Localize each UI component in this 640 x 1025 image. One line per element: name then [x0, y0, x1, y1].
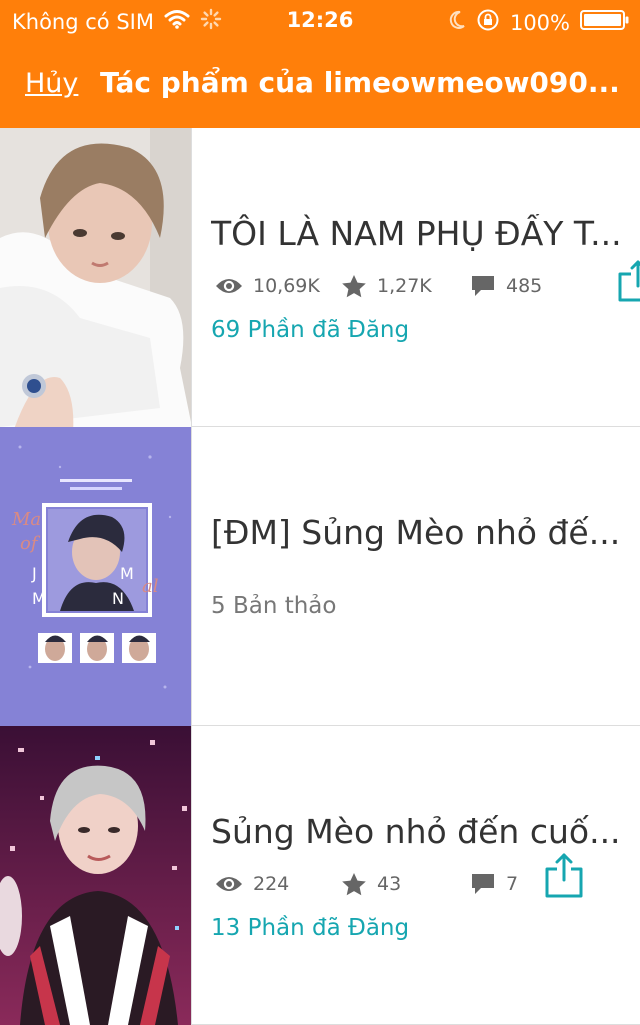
share-button[interactable] — [542, 850, 586, 905]
svg-text:al: al — [142, 576, 159, 597]
comments-stat: 7 — [470, 872, 518, 896]
rotation-lock-icon — [476, 8, 500, 37]
cancel-button[interactable]: Hủy — [25, 68, 78, 99]
share-icon — [618, 260, 640, 302]
story-title[interactable]: Sủng Mèo nhỏ đến cuố... — [211, 812, 629, 851]
comments-stat: 485 — [470, 274, 542, 298]
votes-stat: 1,27K — [341, 274, 470, 298]
story-title[interactable]: TÔI LÀ NAM PHỤ ĐẤY T... — [211, 214, 629, 253]
star-icon — [341, 872, 367, 896]
story-stats: 10,69K 1,27K 485 — [215, 274, 542, 298]
votes-count: 43 — [377, 873, 402, 895]
published-parts-label: 13 Phần đã Đăng — [211, 915, 410, 941]
comments-count: 7 — [506, 873, 519, 895]
views-stat: 224 — [215, 873, 341, 895]
svg-text:M: M — [32, 589, 46, 608]
story-stats: 224 43 7 — [215, 872, 518, 896]
svg-text:J: J — [31, 564, 37, 583]
story-cover-image: JM MN Ma of al — [0, 427, 192, 726]
views-count: 224 — [253, 873, 290, 895]
story-list: TÔI LÀ NAM PHỤ ĐẤY T... 10,69K 1,27K 485… — [0, 128, 640, 1025]
story-title[interactable]: [ĐM] Sủng Mèo nhỏ đế... — [211, 513, 629, 552]
moon-icon — [448, 10, 466, 35]
story-item[interactable]: Sủng Mèo nhỏ đến cuố... 224 43 7 13 Phần… — [0, 726, 640, 1025]
star-icon — [341, 274, 367, 298]
navigation-bar: Hủy Tác phẩm của limeowmeow090... — [0, 40, 640, 128]
status-bar: Không có SIM 12:26 100% — [0, 0, 640, 40]
comments-count: 485 — [506, 275, 543, 297]
share-button[interactable] — [616, 254, 640, 307]
story-item[interactable]: JM MN Ma of al [ĐM] Sủng Mèo nhỏ đế... 5 B… — [0, 427, 640, 726]
story-item[interactable]: TÔI LÀ NAM PHỤ ĐẤY T... 10,69K 1,27K 485… — [0, 128, 640, 427]
story-info: [ĐM] Sủng Mèo nhỏ đế... 5 Bản thảo — [211, 427, 631, 726]
svg-text:M: M — [120, 564, 134, 583]
comment-icon — [470, 274, 496, 298]
page-title: Tác phẩm của limeowmeow090... — [100, 66, 620, 99]
views-stat: 10,69K — [215, 275, 341, 297]
votes-stat: 43 — [341, 872, 470, 896]
story-cover-image — [0, 128, 192, 427]
svg-text:N: N — [112, 589, 124, 608]
story-cover-image — [0, 726, 192, 1025]
eye-icon — [215, 276, 243, 296]
story-info: TÔI LÀ NAM PHỤ ĐẤY T... 10,69K 1,27K 485… — [211, 128, 631, 427]
svg-text:Ma: Ma — [11, 509, 41, 530]
battery-icon — [580, 9, 630, 36]
eye-icon — [215, 874, 243, 894]
status-right: 100% — [448, 8, 630, 37]
comment-icon — [470, 872, 496, 896]
views-count: 10,69K — [253, 275, 320, 297]
battery-percent: 100% — [509, 10, 570, 35]
drafts-label: 5 Bản thảo — [211, 593, 337, 619]
published-parts-label: 69 Phần đã Đăng — [211, 317, 410, 343]
votes-count: 1,27K — [377, 275, 432, 297]
share-icon — [545, 853, 583, 898]
